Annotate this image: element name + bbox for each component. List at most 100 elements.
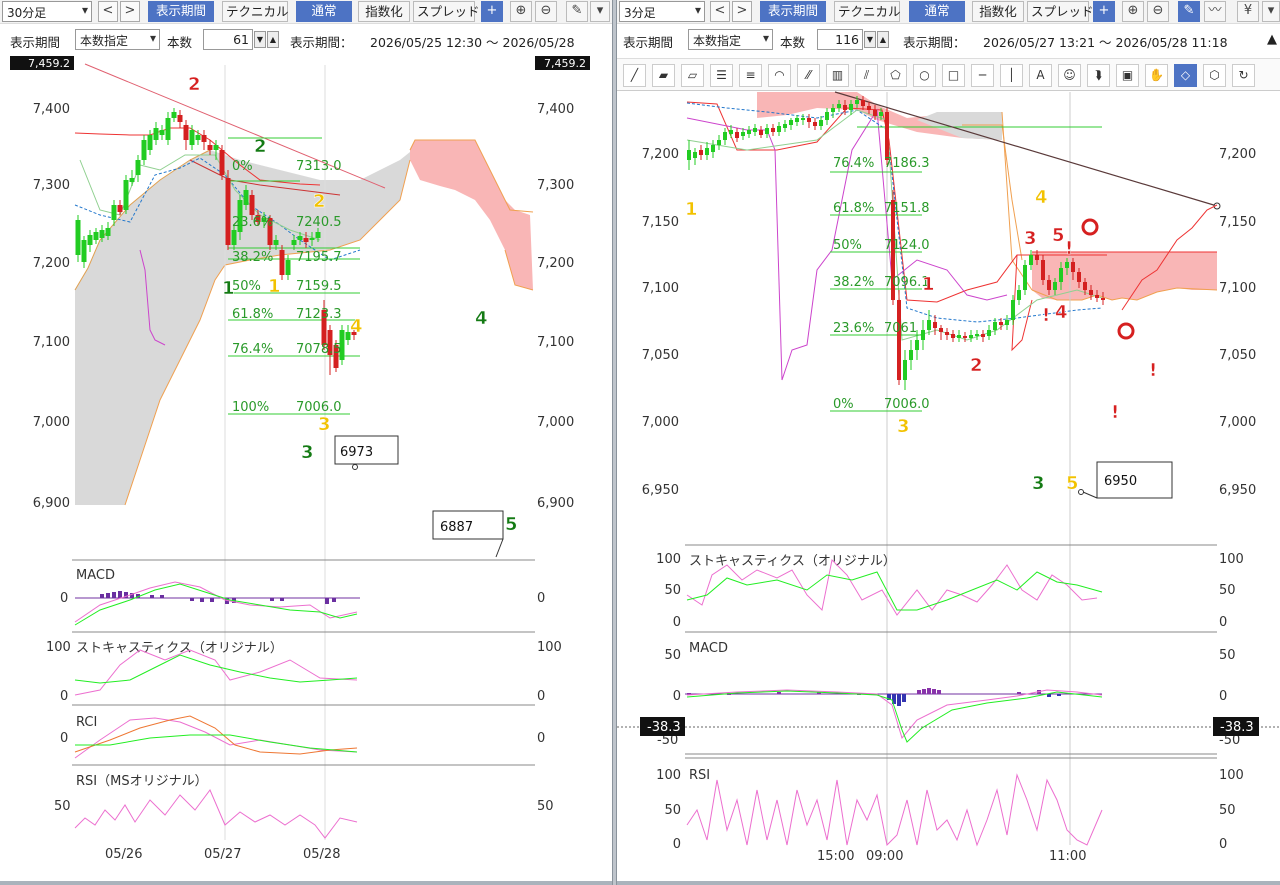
- candle: [315, 232, 321, 238]
- candle: [285, 260, 291, 275]
- fib-value: 7123.3: [296, 307, 342, 322]
- fib-label: 23.6%: [232, 215, 273, 230]
- candle: [759, 130, 763, 135]
- fib-value: 7186.3: [884, 156, 930, 171]
- macd-title: MACD: [689, 641, 728, 656]
- candle: [963, 336, 967, 338]
- candle: [981, 334, 985, 337]
- price-axis-label: 6,950: [1219, 483, 1256, 498]
- stoch-axis: 50: [1219, 583, 1236, 598]
- price-axis-label: 6,900: [537, 496, 574, 511]
- macd-bar: [325, 598, 329, 604]
- fib-label: 23.6%: [833, 321, 874, 336]
- macd-value-badge-left: -38.3: [647, 720, 681, 735]
- rci-axis: 0: [537, 731, 545, 746]
- rsi-axis: 50: [1219, 803, 1236, 818]
- candle: [93, 232, 99, 240]
- candle: [801, 118, 805, 120]
- left-chart-svg[interactable]: 7,459.2 7,459.2 7,400 7,300 7,200 7,100 …: [0, 0, 612, 885]
- macd-bar: [1047, 694, 1051, 697]
- candle: [903, 360, 907, 380]
- candle: [927, 320, 931, 330]
- macd-axis: 0: [537, 591, 545, 606]
- marker-circle-icon: [1117, 322, 1135, 340]
- fib-label: 0%: [833, 397, 854, 412]
- candle: [975, 334, 979, 336]
- fib-value: 7159.5: [296, 279, 342, 294]
- candle: [297, 236, 303, 240]
- macd-bar: [1057, 694, 1061, 696]
- candle: [753, 128, 757, 132]
- candle: [915, 340, 919, 350]
- price-axis-label: 7,200: [33, 256, 70, 271]
- fib-label: 50%: [833, 238, 862, 253]
- candle: [897, 300, 901, 380]
- candle: [1071, 262, 1075, 272]
- candle: [279, 250, 285, 275]
- price-axis-label: 6,900: [33, 496, 70, 511]
- wave-label: !: [1149, 360, 1157, 381]
- callout-6950[interactable]: 6950: [1104, 474, 1137, 489]
- fib-label: 38.2%: [232, 250, 273, 265]
- candle: [723, 132, 727, 140]
- candle: [87, 235, 93, 245]
- price-axis-label: 7,150: [1219, 215, 1256, 230]
- candle: [1029, 255, 1033, 265]
- fib-label: 61.8%: [232, 307, 273, 322]
- candle: [999, 322, 1003, 325]
- candle: [225, 178, 231, 245]
- callout-6973[interactable]: 6973: [340, 445, 373, 460]
- right-chart-pane: 3分足 < > 表示期間 テクニカル 通常 指数化 スプレッド + ⊕ ⊖ ✎ …: [617, 0, 1280, 885]
- macd-axis: 0: [673, 689, 681, 704]
- top-price-badge-right: 7,459.2: [544, 57, 586, 70]
- left-scrollbar[interactable]: [0, 881, 612, 885]
- candle: [771, 128, 775, 132]
- price-axis-label: 7,200: [537, 256, 574, 271]
- wave-label: 4: [350, 316, 363, 337]
- candle: [201, 135, 207, 142]
- candle: [933, 322, 937, 328]
- candle: [171, 112, 177, 118]
- macd-bar: [937, 690, 941, 694]
- macd-bar: [932, 689, 936, 694]
- fib-label: 100%: [232, 400, 269, 415]
- right-scrollbar[interactable]: [617, 881, 1280, 885]
- candle: [735, 132, 739, 138]
- price-axis-label: 7,300: [33, 178, 70, 193]
- candle: [243, 190, 249, 205]
- right-chart-svg[interactable]: 7,200 7,150 7,100 7,050 7,000 6,950 7,20…: [617, 0, 1280, 885]
- price-axis-label: 7,400: [537, 102, 574, 117]
- candle: [117, 205, 123, 212]
- candle: [177, 115, 183, 122]
- time-label: 15:00: [817, 849, 854, 864]
- rsi-title: RSI（MSオリジナル）: [76, 774, 208, 789]
- price-axis-label: 7,100: [1219, 281, 1256, 296]
- candle: [81, 240, 87, 262]
- candle: [969, 335, 973, 338]
- candle: [231, 230, 237, 245]
- candle: [303, 238, 309, 242]
- candle: [165, 118, 171, 140]
- wave-label: 2: [970, 355, 983, 376]
- candle: [1053, 282, 1057, 290]
- macd-bar: [210, 598, 214, 602]
- wave-label: 1: [268, 276, 281, 297]
- candle: [885, 112, 889, 160]
- candle: [147, 135, 153, 150]
- macd-bar: [200, 598, 204, 602]
- candle: [867, 106, 871, 110]
- stoch-axis: 100: [656, 552, 681, 567]
- candle: [993, 322, 997, 330]
- rsi-axis: 50: [664, 803, 681, 818]
- candle: [729, 130, 733, 134]
- candle: [309, 238, 315, 240]
- callout-6887[interactable]: 6887: [440, 520, 473, 535]
- price-axis-label: 7,400: [33, 102, 70, 117]
- macd-bar: [332, 598, 336, 602]
- fib-label: 0%: [232, 159, 253, 174]
- wave-label: 5: [1066, 473, 1079, 494]
- macd-bar: [777, 692, 781, 694]
- fib-value: 7006.0: [884, 397, 930, 412]
- candle: [213, 145, 219, 150]
- price-axis-label: 7,200: [642, 147, 679, 162]
